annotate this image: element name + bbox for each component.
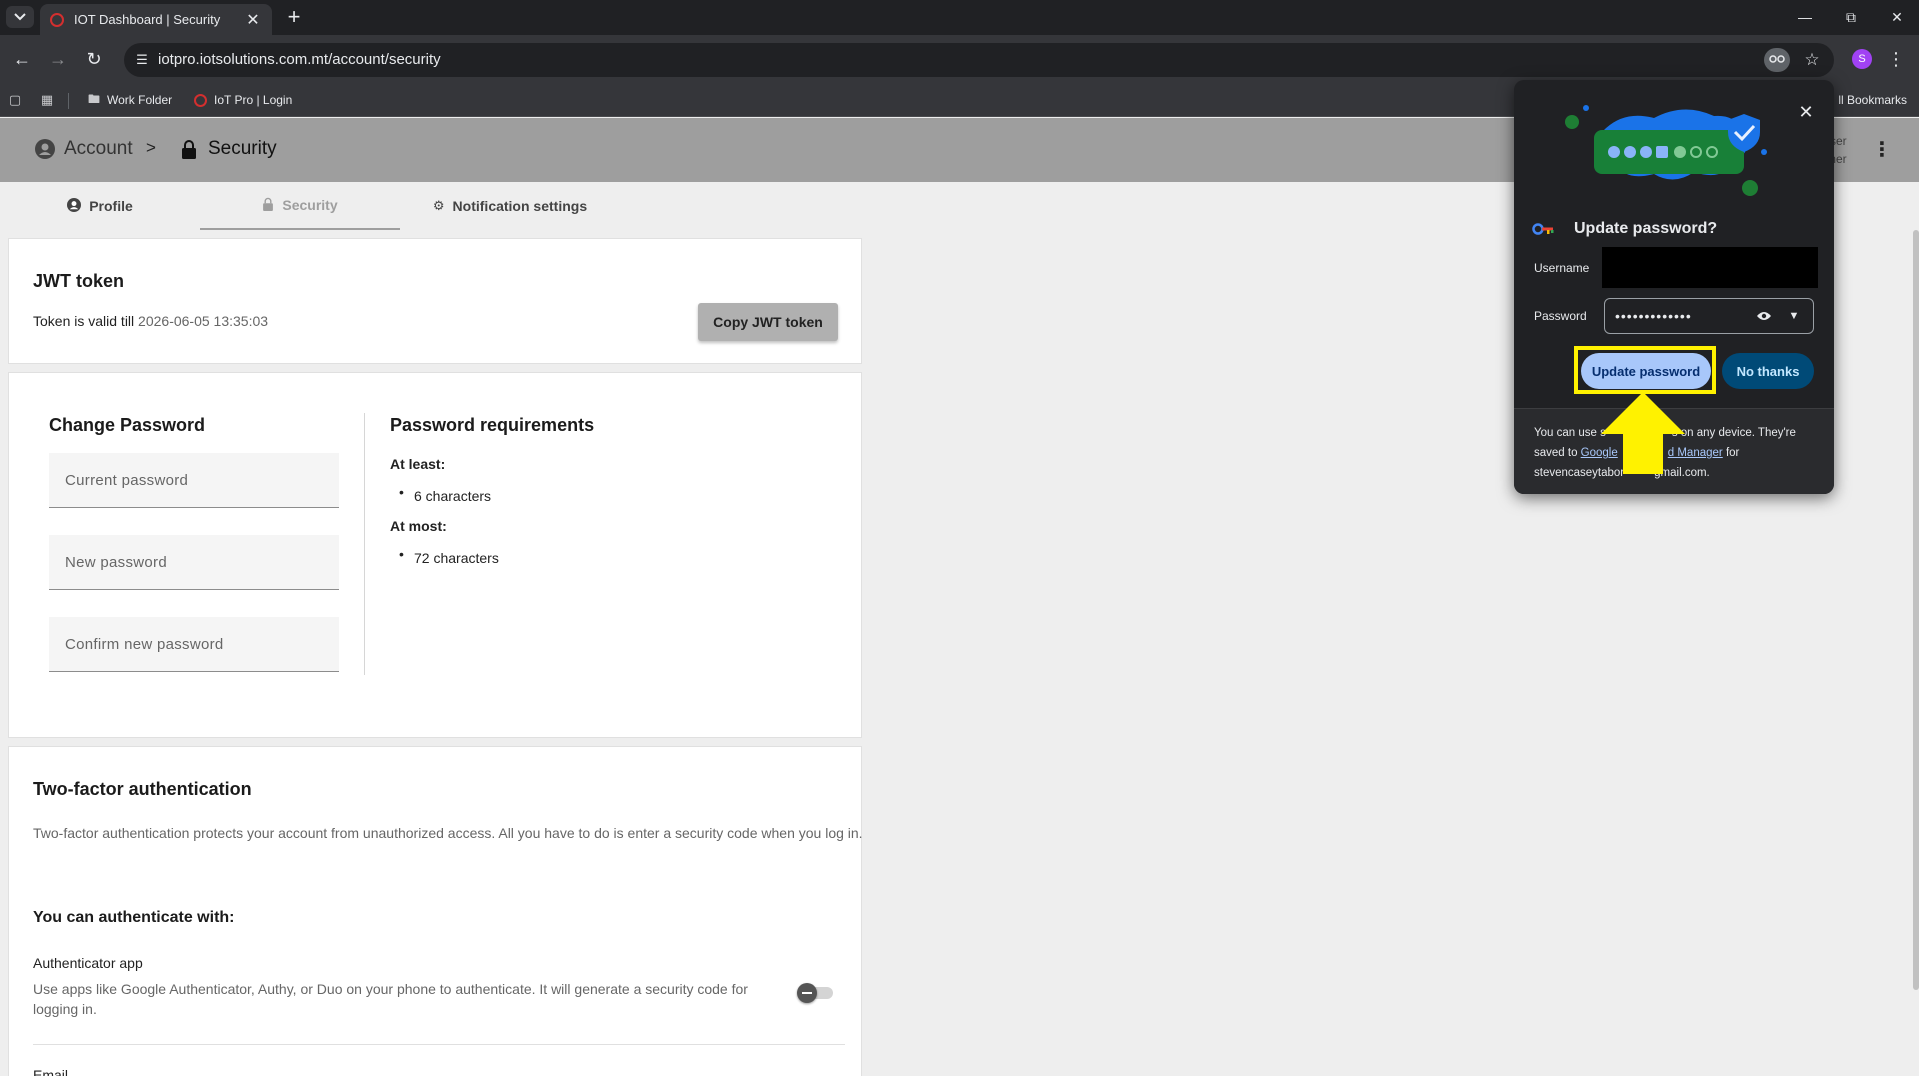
- red-ring-favicon-icon: [194, 93, 207, 107]
- lock-icon: [178, 138, 200, 160]
- footer-text-part: You can use s: [1534, 427, 1606, 439]
- footer-text-part: for: [1722, 447, 1740, 459]
- current-password-input[interactable]: Current password: [49, 453, 339, 508]
- confirm-password-input[interactable]: Confirm new password: [49, 617, 339, 672]
- close-window-icon[interactable]: ✕: [1882, 6, 1912, 28]
- reload-icon[interactable]: ↻: [82, 47, 106, 71]
- authenticator-app-description: Use apps like Google Authenticator, Auth…: [33, 981, 748, 1017]
- breadcrumb-security-label: Security: [208, 138, 277, 159]
- username-field-redacted[interactable]: [1602, 247, 1818, 288]
- tab-close-icon[interactable]: ✕: [244, 10, 262, 30]
- new-tab-button[interactable]: +: [282, 6, 306, 30]
- browser-tab-active[interactable]: IOT Dashboard | Security ✕: [40, 4, 272, 35]
- dialog-heading: Update password?: [1532, 220, 1717, 238]
- toggle-thumb: [797, 983, 817, 1003]
- bookmark-star-icon[interactable]: ☆: [1800, 48, 1824, 72]
- tab-label: Notification settings: [452, 198, 588, 214]
- google-key-icon: [1532, 223, 1554, 235]
- email-method-title: Email: [33, 1067, 69, 1076]
- username-label: Username: [1534, 261, 1590, 275]
- browser-toolbar: ← → ↻ ☰ iotpro.iotsolutions.com.mt/accou…: [0, 35, 1919, 84]
- gear-icon: ⚙: [432, 198, 445, 213]
- password-field[interactable]: ••••••••••••• ▼: [1604, 298, 1814, 334]
- tab-label: Security: [282, 197, 338, 213]
- account-tabs: Profile Security ⚙ Notification settings: [0, 182, 870, 230]
- browser-tab-strip: IOT Dashboard | Security ✕ + — ⧉ ✕: [0, 0, 1919, 35]
- site-info-icon[interactable]: ☰: [132, 50, 152, 70]
- requirement-min-text: 6 characters: [414, 488, 492, 504]
- bookmark-label: IoT Pro | Login: [214, 93, 293, 107]
- at-least-label: At least:: [390, 456, 446, 472]
- footer-text-part: saved to: [1534, 447, 1581, 459]
- tab-title: IOT Dashboard | Security: [74, 12, 221, 27]
- chevron-down-icon: [14, 13, 26, 21]
- breadcrumb-account-label: Account: [64, 138, 133, 159]
- url-text[interactable]: iotpro.iotsolutions.com.mt/account/secur…: [158, 51, 441, 68]
- breadcrumb-security: Security: [178, 138, 277, 160]
- bullet-icon: •: [399, 484, 404, 500]
- tab-security[interactable]: Security: [200, 182, 400, 230]
- restore-icon[interactable]: ⧉: [1836, 6, 1866, 28]
- update-password-button[interactable]: Update password: [1581, 353, 1711, 389]
- password-illustration-icon: [1565, 105, 1767, 196]
- breadcrumb-account[interactable]: Account: [34, 138, 133, 160]
- close-icon[interactable]: ✕: [1794, 100, 1818, 124]
- two-factor-card: Two-factor authentication Two-factor aut…: [8, 746, 863, 1076]
- new-password-input[interactable]: New password: [49, 535, 339, 590]
- change-password-card: Change Password Current password New pas…: [8, 372, 862, 738]
- change-password-title: Change Password: [49, 415, 206, 435]
- bullet-icon: •: [399, 546, 404, 562]
- browser-menu-icon[interactable]: ⋮: [1886, 47, 1906, 71]
- jwt-token-card: JWT token Token is valid till 2026-06-05…: [8, 238, 862, 364]
- requirements-title: Password requirements: [390, 415, 595, 435]
- two-factor-description: Two-factor authentication protects your …: [33, 825, 863, 841]
- apps-grid-icon[interactable]: ▦: [38, 91, 56, 109]
- requirement-max-text: 72 characters: [414, 550, 499, 566]
- token-validity: Token is valid till 2026-06-05 13:35:03: [33, 313, 268, 329]
- chevron-down-icon[interactable]: ▼: [1783, 305, 1805, 327]
- footer-text-part: s on any device. They're: [1671, 427, 1796, 439]
- two-factor-title: Two-factor authentication: [33, 779, 252, 799]
- bookmark-iot-pro-login[interactable]: IoT Pro | Login: [194, 91, 292, 109]
- section-divider: [33, 1044, 845, 1045]
- password-mask: •••••••••••••: [1615, 308, 1692, 324]
- site-favicon-icon: [50, 12, 64, 27]
- tab-search-button[interactable]: [6, 6, 34, 28]
- tab-groups-icon[interactable]: ▢: [6, 91, 24, 109]
- dialog-title: Update password?: [1574, 220, 1718, 237]
- minimize-icon[interactable]: —: [1790, 6, 1820, 28]
- copy-jwt-button[interactable]: Copy JWT token: [698, 303, 838, 341]
- column-divider: [364, 413, 365, 675]
- breadcrumb-separator: >: [146, 138, 156, 157]
- password-key-icon[interactable]: [1764, 48, 1790, 72]
- token-validity-prefix: Token is valid till: [33, 313, 139, 329]
- all-bookmarks-button[interactable]: ll Bookmarks: [1838, 93, 1907, 107]
- page-scrollbar[interactable]: [1913, 230, 1919, 990]
- folder-icon: 🖿: [88, 91, 101, 106]
- account-circle-icon: [34, 138, 56, 160]
- forward-icon[interactable]: →: [46, 47, 70, 71]
- no-thanks-button[interactable]: No thanks: [1722, 353, 1814, 389]
- more-menu-icon[interactable]: ⋮: [1872, 136, 1892, 164]
- address-bar[interactable]: ☰ iotpro.iotsolutions.com.mt/account/sec…: [124, 43, 1834, 77]
- bookmark-work-folder[interactable]: 🖿 Work Folder: [88, 91, 172, 109]
- eye-icon[interactable]: [1753, 305, 1775, 327]
- tab-profile[interactable]: Profile: [0, 182, 200, 230]
- lock-icon: [262, 197, 274, 214]
- at-most-label: At most:: [390, 518, 447, 534]
- tab-label: Profile: [89, 198, 133, 214]
- authenticate-with-heading: You can authenticate with:: [33, 909, 235, 926]
- account-circle-icon: [67, 197, 82, 215]
- authenticator-app-toggle[interactable]: [797, 983, 833, 1003]
- tab-notification-settings[interactable]: ⚙ Notification settings: [400, 182, 620, 230]
- jwt-title: JWT token: [33, 271, 125, 291]
- bookmarks-divider: [68, 93, 69, 109]
- arrow-up-icon: [1601, 392, 1685, 474]
- token-expiry-date: 2026-06-05 13:35:03: [138, 313, 269, 329]
- back-icon[interactable]: ←: [10, 47, 34, 71]
- password-label: Password: [1534, 309, 1587, 323]
- bookmark-label: Work Folder: [107, 93, 173, 107]
- authenticator-app-title: Authenticator app: [33, 955, 143, 971]
- profile-avatar[interactable]: S: [1852, 49, 1872, 69]
